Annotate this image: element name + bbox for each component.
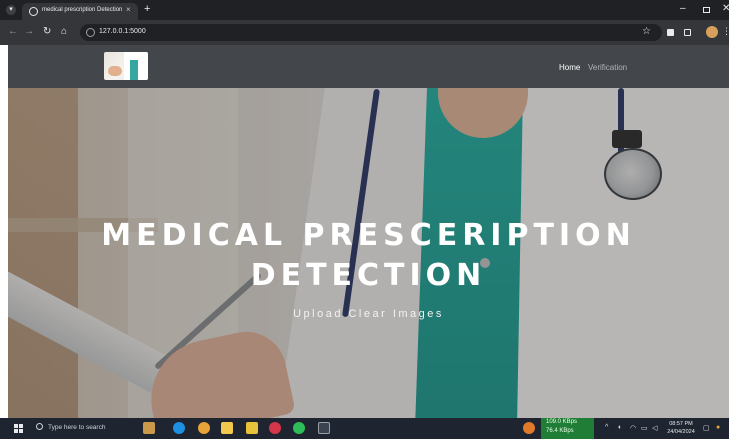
bookmark-star-icon[interactable]: ☆ <box>642 26 651 37</box>
network-speed-widget: 109.0 KBps 76.4 KBps <box>541 418 594 439</box>
forward-icon[interactable]: → <box>24 26 34 37</box>
sidepanel-icon[interactable] <box>684 29 691 36</box>
taskbar-search-placeholder[interactable]: Type here to search <box>48 424 105 431</box>
firefox-icon[interactable] <box>523 422 535 434</box>
nav-link-verification[interactable]: Verification <box>588 63 627 72</box>
battery-icon[interactable]: ▭ <box>641 424 648 432</box>
tab-close-icon[interactable]: × <box>126 5 131 14</box>
volume-icon[interactable]: ◁ <box>652 424 657 432</box>
url-text[interactable]: 127.0.0.1:5000 <box>99 28 146 35</box>
close-window-button[interactable]: ✕ <box>722 3 729 14</box>
clock-time: 08:57 PM <box>669 421 693 427</box>
logo-scrubs <box>130 60 138 80</box>
copilot-icon[interactable]: ● <box>716 424 720 431</box>
terminal-icon[interactable] <box>318 422 330 434</box>
minimize-button[interactable]: – <box>680 3 686 14</box>
browser-toolbar: ← → ↻ ⌂ 127.0.0.1:5000 <box>0 20 729 45</box>
new-tab-button[interactable]: + <box>144 3 150 15</box>
taskbar-search[interactable]: Type here to search <box>30 421 130 436</box>
wifi-icon[interactable]: ◠ <box>630 424 636 432</box>
maximize-button[interactable] <box>703 7 710 13</box>
tray-expand-icon[interactable]: ^ <box>605 424 608 431</box>
app-red-icon[interactable] <box>269 422 281 434</box>
file-explorer-icon[interactable] <box>221 422 233 434</box>
vlc-icon[interactable] <box>246 422 258 434</box>
home-icon[interactable]: ⌂ <box>61 26 67 37</box>
profile-avatar[interactable] <box>706 26 718 38</box>
extension-icon[interactable] <box>667 29 674 36</box>
logo-hand <box>108 66 122 76</box>
hero-title-line1: MEDICAL PRESCERIPTION <box>101 218 636 253</box>
globe-icon <box>29 7 38 16</box>
reload-icon[interactable]: ↻ <box>43 26 51 37</box>
dog-widget-icon[interactable] <box>143 422 155 434</box>
site-logo[interactable] <box>104 52 148 80</box>
search-icon <box>36 423 43 430</box>
browser-tab[interactable]: medical prescription Detection × <box>22 3 138 20</box>
site-navbar: Home Verification <box>8 45 729 88</box>
hero-subtitle: Upload Clear Images <box>293 308 444 320</box>
browser-tabstrip: ▾ medical prescription Detection × + – ✕ <box>0 0 729 20</box>
site-info-icon[interactable] <box>86 28 95 37</box>
back-icon[interactable]: ← <box>8 26 18 37</box>
net-down-speed: 109.0 KBps <box>546 419 578 425</box>
tab-search-icon[interactable]: ▾ <box>6 5 16 15</box>
hero-section: MEDICAL PRESCERIPTION DETECTION Upload C… <box>8 88 729 418</box>
clock-date: 24/04/2024 <box>667 429 695 435</box>
browser-menu-icon[interactable]: ⋮ <box>722 26 729 37</box>
chrome-icon[interactable] <box>198 422 210 434</box>
nav-link-home[interactable]: Home <box>559 63 580 72</box>
edge-icon[interactable] <box>173 422 185 434</box>
notification-icon[interactable]: ▢ <box>703 424 710 432</box>
address-bar[interactable]: 127.0.0.1:5000 <box>80 24 662 41</box>
net-up-speed: 76.4 KBps <box>546 428 574 434</box>
windows-start-icon[interactable] <box>14 424 23 433</box>
taskbar-clock[interactable]: 08:57 PM 24/04/2024 <box>661 420 701 436</box>
whatsapp-icon[interactable] <box>293 422 305 434</box>
hero-title: MEDICAL PRESCERIPTION DETECTION <box>8 216 729 296</box>
tray-app-icon[interactable]: ◐ <box>618 424 622 431</box>
tab-title: medical prescription Detection <box>42 7 123 13</box>
hero-title-line2: DETECTION <box>250 258 487 293</box>
